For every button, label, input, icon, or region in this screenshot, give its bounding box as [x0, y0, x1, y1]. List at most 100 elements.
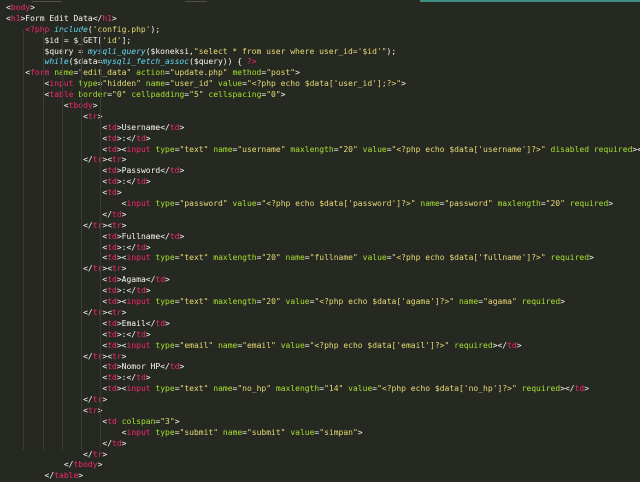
code-token: td	[155, 318, 166, 328]
code-token: >	[78, 471, 84, 481]
code-token: "<?php echo $data['fullname']?>"	[391, 253, 546, 263]
code-token: type	[155, 199, 175, 209]
indent-guide	[61, 30, 63, 450]
code-token: "select * from user where user_id='$id'"	[193, 46, 387, 56]
code-token: required	[569, 199, 609, 209]
code-token: "password"	[444, 199, 493, 209]
indent-guide	[42, 30, 44, 450]
code-token: "no_hp"	[237, 384, 272, 394]
code-token: "simpan"	[319, 427, 358, 437]
code-token: name	[213, 384, 233, 394]
code-token: </	[83, 449, 93, 459]
code-token: value	[362, 253, 387, 263]
code-token: "<?php echo $data['user_id'];?>"	[246, 79, 402, 89]
code-token: >Username</	[116, 122, 170, 132]
code-token: td	[107, 416, 117, 426]
code-token: $id = $_GET[	[44, 35, 103, 45]
code-token: >	[121, 209, 127, 219]
code-editor[interactable]: <body> <h1>Form Edit Data</h1> <?php inclu…	[0, 0, 640, 480]
code-token: "<?php echo $data['email']?>"	[309, 340, 450, 350]
code-token: >	[179, 231, 185, 241]
code-token: action	[136, 68, 165, 78]
code-token: value	[290, 427, 315, 437]
code-token: >	[102, 449, 108, 459]
code-token: type	[155, 144, 175, 154]
code-token: "email"	[179, 340, 214, 350]
code-token: </	[83, 307, 93, 317]
code-token: td	[574, 384, 585, 394]
code-token: td	[107, 275, 117, 285]
code-token: >	[92, 101, 98, 111]
code-token: >	[112, 13, 117, 23]
code-token: "submit"	[246, 427, 286, 437]
code-token: tr	[87, 111, 98, 121]
code-token: "text"	[179, 297, 209, 307]
code-token: maxlength	[213, 297, 257, 307]
indent-guide	[23, 30, 25, 450]
code-token: body	[10, 3, 31, 12]
code-token: td	[107, 242, 117, 252]
code-token: >	[121, 264, 127, 274]
code-token: >Fullname</	[116, 231, 170, 241]
code-line[interactable]: </tbody>	[6, 460, 640, 471]
code-token: td	[107, 177, 117, 187]
code-token: maxlength	[275, 384, 320, 394]
code-token: "<?php echo $data['agama']?>"	[314, 297, 455, 307]
code-token: </	[83, 264, 93, 274]
code-token: "update.php"	[169, 68, 228, 78]
code-token: name	[213, 144, 233, 154]
code-token: disabled required	[550, 144, 633, 154]
code-token: ><	[116, 384, 127, 394]
code-token: tbody	[73, 460, 98, 470]
code-token: ($koneksi,	[145, 46, 194, 56]
code-token: cellspacing	[208, 90, 262, 100]
code-token: form	[30, 68, 50, 78]
code-token: "user_id"	[169, 79, 214, 89]
code-token: "20"	[261, 297, 281, 307]
code-token: td	[507, 340, 517, 350]
code-token: >	[608, 199, 614, 209]
code-token: "password"	[179, 199, 228, 209]
code-line[interactable]: </tr>	[6, 450, 640, 461]
code-token: colspan	[121, 416, 156, 426]
code-token: "14"	[324, 384, 344, 394]
code-token: tr	[112, 307, 122, 317]
code-token: maxlength	[290, 144, 334, 154]
code-token: "hidden"	[102, 79, 141, 89]
code-token: >	[121, 220, 127, 230]
code-token: td	[107, 318, 117, 328]
code-token: >Agama</	[116, 275, 156, 285]
code-token: >	[584, 384, 590, 394]
code-token: h1	[102, 13, 112, 23]
code-token: td	[107, 286, 117, 296]
code-token: "text"	[179, 384, 209, 394]
code-token: input	[126, 427, 151, 437]
code-token: "3"	[160, 416, 175, 426]
indent-guide	[81, 30, 83, 450]
code-token: >	[401, 79, 406, 89]
code-token: ><	[102, 264, 113, 274]
code-token: maxlength	[213, 253, 257, 263]
code-token: include	[54, 24, 88, 34]
indent-guide	[100, 30, 102, 450]
code-token: >Password</	[116, 166, 170, 176]
code-token: value	[285, 297, 310, 307]
code-line[interactable]: <h1>Form Edit Data</h1>	[6, 14, 640, 25]
code-token: >	[589, 253, 594, 263]
code-token: required	[521, 384, 561, 394]
code-token: td	[107, 166, 117, 176]
code-token: >	[165, 275, 170, 285]
code-token: td	[155, 275, 166, 285]
code-token: ></	[632, 144, 640, 154]
code-token: td	[136, 177, 146, 187]
code-line[interactable]: <body>	[6, 3, 640, 14]
code-token: name	[222, 427, 243, 437]
code-token: >	[179, 166, 185, 176]
code-line[interactable]: </table>	[6, 471, 640, 482]
code-token: >	[179, 122, 185, 132]
code-token: >	[357, 427, 363, 437]
code-token: td	[107, 340, 117, 350]
code-token: >	[121, 351, 127, 361]
code-token: >	[174, 416, 180, 426]
code-token: >Form Edit Data</	[20, 13, 103, 23]
